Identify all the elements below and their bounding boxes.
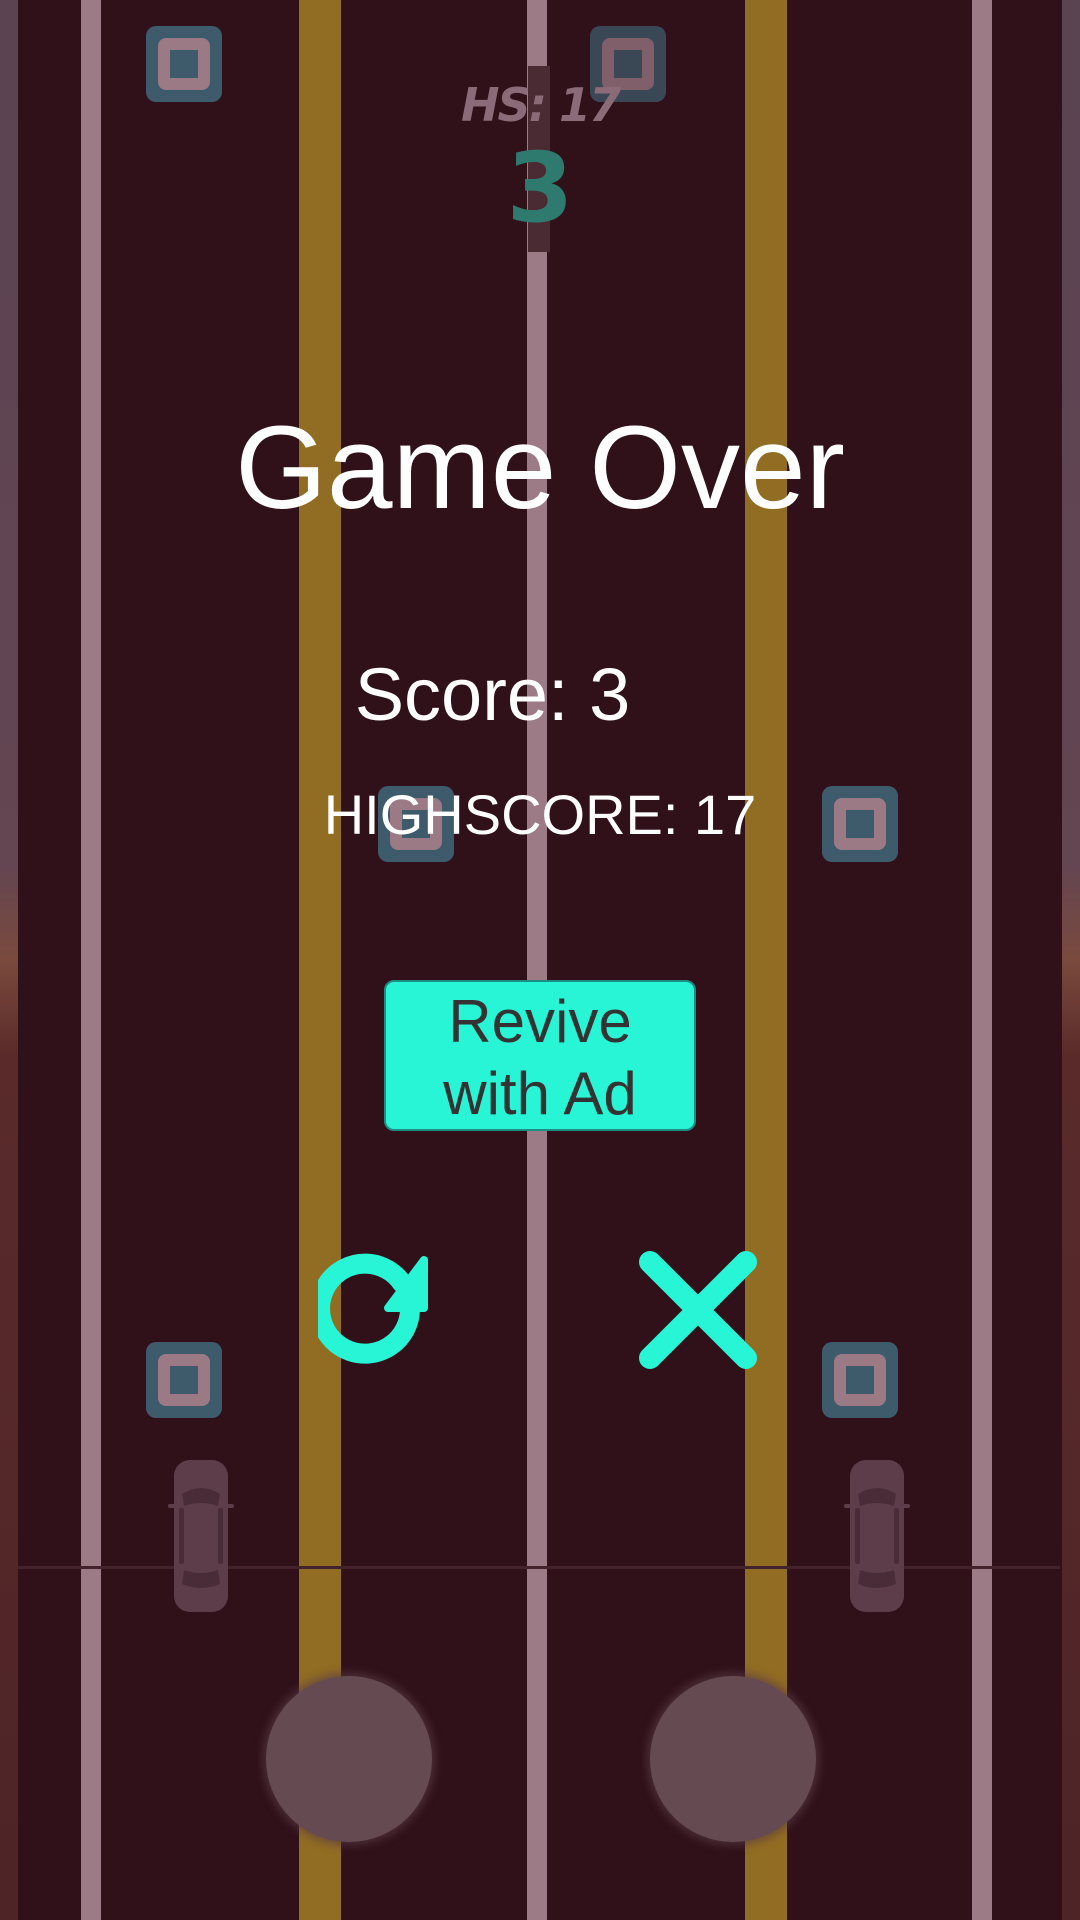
revive-with-ad-button[interactable]: Revive with Ad — [384, 980, 696, 1131]
right-touch-control[interactable] — [650, 1676, 816, 1842]
final-score: Score: 3 — [354, 653, 631, 736]
restart-icon[interactable] — [318, 1250, 442, 1374]
game-over-title: Game Over — [235, 402, 845, 534]
left-touch-control[interactable] — [266, 1676, 432, 1842]
obstacle-block-icon — [822, 1342, 898, 1418]
car-icon — [168, 1460, 234, 1612]
hud-score: 3 — [506, 132, 574, 244]
obstacle-block-icon — [146, 1342, 222, 1418]
close-icon[interactable] — [636, 1248, 760, 1372]
game-canvas[interactable]: HS: 17 3 Game Over Score: 3 HIGHSCORE: 1… — [0, 0, 1080, 1920]
revive-label-line1: Revive — [448, 988, 632, 1055]
lane-line-yellow — [745, 0, 787, 1920]
road-edge-left — [0, 0, 18, 1920]
hud-highscore: HS: 17 — [460, 78, 621, 132]
revive-label-line2: with Ad — [443, 1060, 637, 1127]
lane-line-white — [527, 0, 547, 1920]
road-edge-right — [1062, 0, 1080, 1920]
lane-line-yellow — [299, 0, 341, 1920]
highscore: HIGHSCORE: 17 — [323, 783, 757, 846]
lane-line-white — [81, 0, 101, 1920]
lane-line-white — [972, 0, 992, 1920]
car-icon — [844, 1460, 910, 1612]
